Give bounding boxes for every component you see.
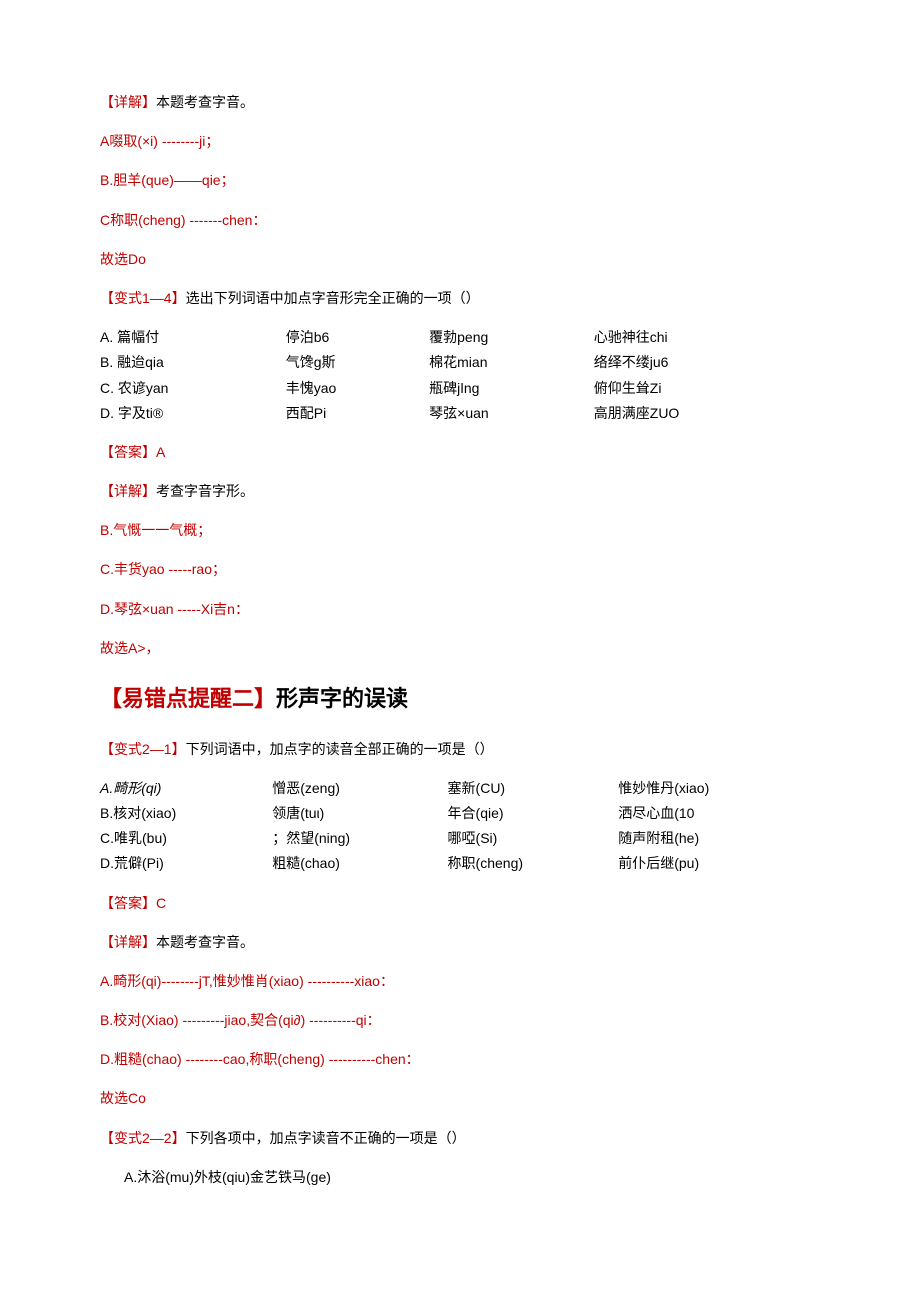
cell: 塞新(CU) — [448, 776, 619, 801]
note-b2: B.气慨一一气概； — [100, 518, 820, 543]
note-final-4: 故选Co — [100, 1086, 820, 1111]
note-d4: D.粗糙(chao) --------cao,称职(cheng) -------… — [100, 1047, 820, 1072]
tag-answer: 【答案】 — [100, 444, 156, 460]
text: 考查字音字形。 — [156, 483, 254, 499]
note-b4: B.校对(Xiao) ---------jiao,契合(qi∂) -------… — [100, 1008, 820, 1033]
cell: C. 农谚yan — [100, 376, 286, 401]
cell: 高朋满座ZUO — [594, 401, 820, 426]
tag-variant: 【变式2—1】 — [100, 741, 186, 757]
answer-letter: A — [156, 444, 165, 460]
tag-detail: 【详解】 — [100, 934, 156, 950]
tag-detail: 【详解】 — [100, 94, 156, 110]
answer-1: 【答案】A — [100, 440, 820, 465]
explain-header-3: 【详解】本题考查字音。 — [100, 930, 820, 955]
note-final-2: 故选A>， — [100, 636, 820, 661]
cell: 年合(qie) — [448, 801, 619, 826]
cell: 心驰神往chi — [594, 325, 820, 350]
table-row: A. 篇幅付 停泊b6 覆勃peng 心驰神往chi — [100, 325, 820, 350]
note-a: A啜取(×i) --------ji； — [100, 129, 820, 154]
cell: 棉花mian — [429, 350, 594, 375]
table-row: D. 字及ti® 西配Pi 琴弦×uan 高朋满座ZUO — [100, 401, 820, 426]
cell: D. 字及ti® — [100, 401, 286, 426]
table-row: C.唯乳(bu) ；然望(ning) 哪啞(Si) 随声附租(he) — [100, 826, 820, 851]
tag-variant: 【变式1—4】 — [100, 290, 186, 306]
tag-answer: 【答案】 — [100, 895, 156, 911]
answer-2: 【答案】C — [100, 891, 820, 916]
question-text: 下列词语中，加点字的读音全部正确的一项是（） — [186, 741, 494, 757]
cell: 气馋ɡ斯 — [286, 350, 429, 375]
options-table-2: A.畸形(qi) 憎恶(zeng) 塞新(CU) 惟妙惟丹(xiao) B.核对… — [100, 776, 820, 877]
heading-text: 形声字的误读 — [276, 686, 408, 711]
cell: 俯仰生耸Zi — [594, 376, 820, 401]
cell-text: A.畸形(qi) — [100, 780, 161, 796]
cell: 停泊b6 — [286, 325, 429, 350]
answer-letter: C — [156, 895, 166, 911]
explain-header-1: 【详解】本题考查字音。 — [100, 90, 820, 115]
error-reminder-heading-2: 【易错点提醒二】形声字的误读 — [100, 679, 820, 719]
note-c2: C.丰货yao -----rao； — [100, 557, 820, 582]
variant-1-4: 【变式1—4】选出下列词语中加点字音形完全正确的一项（） — [100, 286, 820, 311]
table-row: D.荒僻(Pi) 粗糙(chao) 称职(cheng) 前仆后继(pu) — [100, 851, 820, 876]
cell: ；然望(ning) — [272, 826, 447, 851]
question-text: 下列各项中，加点字读音不正确的一项是（） — [186, 1130, 466, 1146]
cell: B.核对(xiao) — [100, 801, 272, 826]
explain-header-2: 【详解】考查字音字形。 — [100, 479, 820, 504]
cell: A. 篇幅付 — [100, 325, 286, 350]
cell: 哪啞(Si) — [448, 826, 619, 851]
cell: 琴弦×uan — [429, 401, 594, 426]
note-c: C称职(cheng) -------chen： — [100, 208, 820, 233]
cell: 惟妙惟丹(xiao) — [618, 776, 820, 801]
variant-2-2: 【变式2—2】下列各项中，加点字读音不正确的一项是（） — [100, 1126, 820, 1151]
note-b: B.胆羊(que)——qie； — [100, 168, 820, 193]
heading-tag: 【易错点提醒二】 — [100, 686, 276, 711]
option-a: A.沐浴(mu)外枝(qiu)金艺铁马(ge) — [100, 1165, 820, 1190]
note-d2: D.琴弦×uan -----Xi吉n： — [100, 597, 820, 622]
text: 本题考查字音。 — [156, 94, 254, 110]
cell: 络绎不缕ju6 — [594, 350, 820, 375]
tag-variant: 【变式2—2】 — [100, 1130, 186, 1146]
cell: C.唯乳(bu) — [100, 826, 272, 851]
note-final: 故选Do — [100, 247, 820, 272]
cell: D.荒僻(Pi) — [100, 851, 272, 876]
cell: A.畸形(qi) — [100, 776, 272, 801]
cell: 丰愧yao — [286, 376, 429, 401]
table-row: A.畸形(qi) 憎恶(zeng) 塞新(CU) 惟妙惟丹(xiao) — [100, 776, 820, 801]
cell: 随声附租(he) — [618, 826, 820, 851]
options-table-1: A. 篇幅付 停泊b6 覆勃peng 心驰神往chi B. 融迨qia 气馋ɡ斯… — [100, 325, 820, 426]
cell: 洒尽心血(10 — [618, 801, 820, 826]
cell: 覆勃peng — [429, 325, 594, 350]
cell: 瓶碑jǀng — [429, 376, 594, 401]
cell: 憎恶(zeng) — [272, 776, 447, 801]
cell: 粗糙(chao) — [272, 851, 447, 876]
cell: 西配Pi — [286, 401, 429, 426]
note-a4: A.畸形(qi)--------jT,惟妙惟肖(xiao) ----------… — [100, 969, 820, 994]
cell: 领唐(tuι) — [272, 801, 447, 826]
tag-detail: 【详解】 — [100, 483, 156, 499]
question-text: 选出下列词语中加点字音形完全正确的一项（） — [186, 290, 480, 306]
table-row: B.核对(xiao) 领唐(tuι) 年合(qie) 洒尽心血(10 — [100, 801, 820, 826]
cell: 前仆后继(pu) — [618, 851, 820, 876]
text: 本题考查字音。 — [156, 934, 254, 950]
cell: B. 融迨qia — [100, 350, 286, 375]
variant-2-1: 【变式2—1】下列词语中，加点字的读音全部正确的一项是（） — [100, 737, 820, 762]
table-row: C. 农谚yan 丰愧yao 瓶碑jǀng 俯仰生耸Zi — [100, 376, 820, 401]
cell: 称职(cheng) — [448, 851, 619, 876]
table-row: B. 融迨qia 气馋ɡ斯 棉花mian 络绎不缕ju6 — [100, 350, 820, 375]
